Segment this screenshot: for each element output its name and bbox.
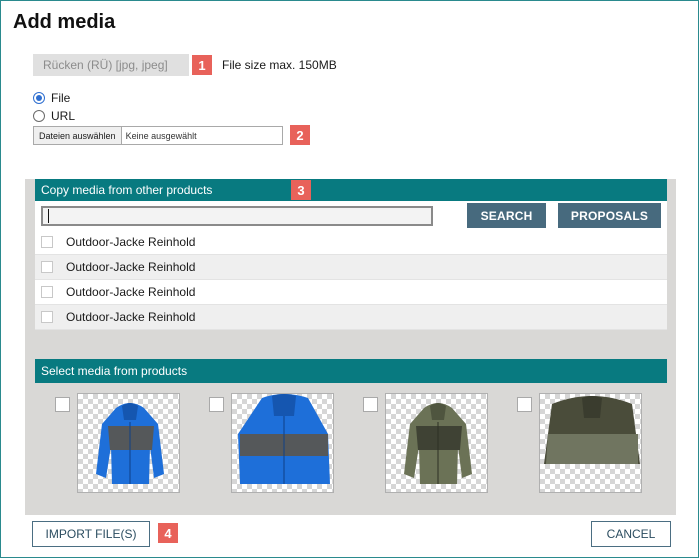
dialog-title: Add media xyxy=(13,11,116,33)
list-item-checkbox[interactable] xyxy=(41,311,53,323)
step-badge-3: 3 xyxy=(291,180,311,200)
copy-media-header: Copy media from other products xyxy=(35,179,667,201)
import-files-button[interactable]: IMPORT FILE(S) xyxy=(32,521,150,547)
radio-option-file[interactable]: File xyxy=(33,91,70,105)
list-item[interactable]: Outdoor-Jacke Reinhold xyxy=(35,305,667,330)
radio-url-label: URL xyxy=(51,109,76,123)
list-item-checkbox[interactable] xyxy=(41,286,53,298)
select-media-header-label: Select media from products xyxy=(41,364,188,378)
radio-file-label: File xyxy=(51,91,71,105)
media-item-checkbox[interactable] xyxy=(55,397,70,412)
list-item[interactable]: Outdoor-Jacke Reinhold xyxy=(35,280,667,305)
step-badge-1: 1 xyxy=(192,55,212,75)
jacket-blue-front-thumbnail[interactable] xyxy=(77,393,180,493)
media-item-checkbox[interactable] xyxy=(363,397,378,412)
list-item[interactable]: Outdoor-Jacke Reinhold xyxy=(35,255,667,280)
text-caret xyxy=(48,209,49,223)
choose-files-button[interactable]: Dateien auswählen xyxy=(34,127,122,144)
proposals-button[interactable]: PROPOSALS xyxy=(558,203,661,228)
search-button[interactable]: SEARCH xyxy=(467,203,546,228)
media-type-select[interactable]: Rücken (RÜ) [jpg, jpeg] xyxy=(33,54,189,76)
media-thumbnail-row xyxy=(35,383,667,503)
media-item-checkbox[interactable] xyxy=(517,397,532,412)
copy-media-header-label: Copy media from other products xyxy=(41,183,213,197)
add-media-dialog: Add media Rücken (RÜ) [jpg, jpeg] 1 File… xyxy=(0,0,699,558)
radio-file-icon[interactable] xyxy=(33,92,45,104)
file-size-note: File size max. 150MB xyxy=(222,58,337,72)
product-list: Outdoor-Jacke Reinhold Outdoor-Jacke Rei… xyxy=(35,230,667,330)
step-badge-4: 4 xyxy=(158,523,178,543)
step-badge-2: 2 xyxy=(290,125,310,145)
jacket-blue-closeup-thumbnail[interactable] xyxy=(231,393,334,493)
file-input[interactable]: Dateien auswählen Keine ausgewählt xyxy=(33,126,283,145)
jacket-olive-closeup-thumbnail[interactable] xyxy=(539,393,642,493)
list-item-checkbox[interactable] xyxy=(41,236,53,248)
list-item[interactable]: Outdoor-Jacke Reinhold xyxy=(35,230,667,255)
list-item-checkbox[interactable] xyxy=(41,261,53,273)
select-media-header: Select media from products xyxy=(35,359,667,383)
media-item-checkbox[interactable] xyxy=(209,397,224,412)
list-item-label: Outdoor-Jacke Reinhold xyxy=(66,310,196,324)
cancel-button[interactable]: CANCEL xyxy=(591,521,671,547)
jacket-olive-front-thumbnail[interactable] xyxy=(385,393,488,493)
radio-url-icon[interactable] xyxy=(33,110,45,122)
file-status-text: Keine ausgewählt xyxy=(125,130,197,141)
list-item-label: Outdoor-Jacke Reinhold xyxy=(66,285,196,299)
radio-option-url[interactable]: URL xyxy=(33,109,75,123)
product-search-input[interactable] xyxy=(41,206,433,226)
list-item-label: Outdoor-Jacke Reinhold xyxy=(66,260,196,274)
list-item-label: Outdoor-Jacke Reinhold xyxy=(66,235,196,249)
